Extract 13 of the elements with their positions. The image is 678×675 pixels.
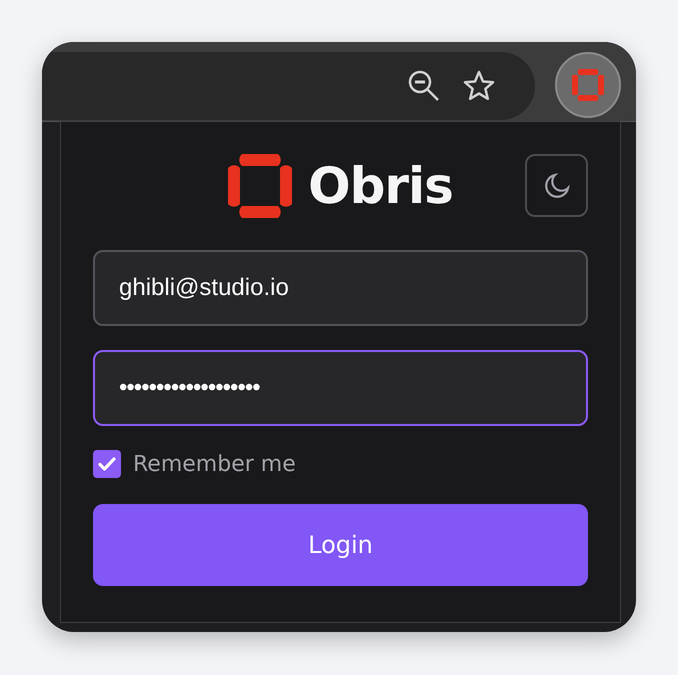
theme-toggle-button[interactable]	[525, 154, 588, 217]
zoom-out-icon[interactable]	[407, 69, 441, 103]
checkbox[interactable]	[93, 450, 121, 478]
login-button[interactable]: Login	[93, 504, 588, 586]
remember-label: Remember me	[133, 452, 296, 476]
logo-icon	[228, 154, 292, 218]
password-field[interactable]: •••••••••••••••••••	[93, 350, 588, 426]
star-icon[interactable]	[463, 70, 495, 102]
logo-icon	[572, 69, 604, 101]
checkmark-icon	[98, 455, 116, 473]
email-field[interactable]: ghibli@studio.io	[93, 250, 588, 326]
moon-icon	[542, 172, 570, 200]
brand-name: Obris	[308, 157, 453, 215]
